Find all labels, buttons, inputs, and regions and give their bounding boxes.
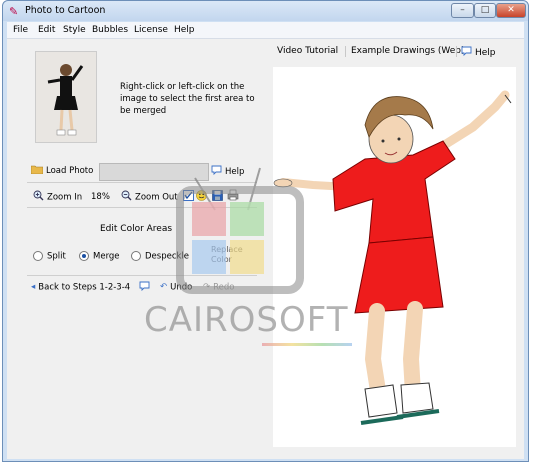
- title-bar: ✎ Photo to Cartoon – □ ✕: [3, 1, 528, 21]
- help-bubble-icon: [461, 46, 472, 59]
- thumbnail-skater-image: [36, 52, 96, 142]
- split-radio-indicator: [33, 251, 43, 261]
- menu-help[interactable]: Help: [174, 25, 195, 35]
- instructions-text: Right-click or left-click on the image t…: [120, 82, 255, 116]
- minimize-button[interactable]: –: [451, 3, 474, 18]
- photo-thumbnail[interactable]: [35, 51, 97, 143]
- load-photo-label: Load Photo: [46, 166, 94, 176]
- window-title: Photo to Cartoon: [25, 5, 106, 16]
- close-button[interactable]: ✕: [496, 3, 526, 18]
- merge-label: Merge: [93, 251, 120, 262]
- back-arrow-icon: ◂: [31, 282, 36, 292]
- zoom-out-icon: [121, 190, 132, 204]
- back-label: Back to Steps 1-2-3-4: [38, 282, 131, 293]
- divider: [456, 46, 457, 57]
- app-pencil-icon: ✎: [9, 5, 19, 18]
- split-label: Split: [47, 251, 66, 262]
- menu-style[interactable]: Style: [63, 25, 86, 35]
- menu-bar: File Edit Style Bubbles License Help: [7, 22, 524, 39]
- divider: [345, 46, 346, 57]
- video-tutorial-link[interactable]: Video Tutorial: [277, 46, 338, 56]
- cairosoft-watermark: CAIROSOFT: [140, 140, 360, 360]
- merge-radio[interactable]: Merge: [79, 251, 120, 262]
- load-photo-button[interactable]: Load Photo: [30, 164, 94, 177]
- zoom-in-label: Zoom In: [47, 192, 83, 203]
- example-drawings-link[interactable]: Example Drawings (Web): [351, 46, 465, 56]
- zoom-level: 18%: [91, 192, 110, 202]
- tab-help-label: Help: [475, 48, 496, 58]
- menu-bubbles[interactable]: Bubbles: [92, 25, 128, 35]
- menu-license[interactable]: License: [134, 25, 168, 35]
- maximize-button[interactable]: □: [474, 3, 496, 18]
- color-strip: [262, 343, 352, 346]
- menu-edit[interactable]: Edit: [38, 25, 55, 35]
- tab-help[interactable]: Help: [461, 46, 496, 59]
- folder-icon: [30, 164, 44, 177]
- merge-radio-indicator: [79, 251, 89, 261]
- link-bar: Video Tutorial Example Drawings (Web) He…: [273, 44, 502, 60]
- zoom-in-button[interactable]: Zoom In: [33, 190, 82, 204]
- menu-file[interactable]: File: [13, 25, 28, 35]
- split-radio[interactable]: Split: [33, 251, 66, 262]
- cairosoft-wordmark: CAIROSOFT: [144, 300, 349, 340]
- back-to-steps-button[interactable]: ◂ Back to Steps 1-2-3-4: [31, 282, 130, 293]
- zoom-in-icon: [33, 190, 44, 204]
